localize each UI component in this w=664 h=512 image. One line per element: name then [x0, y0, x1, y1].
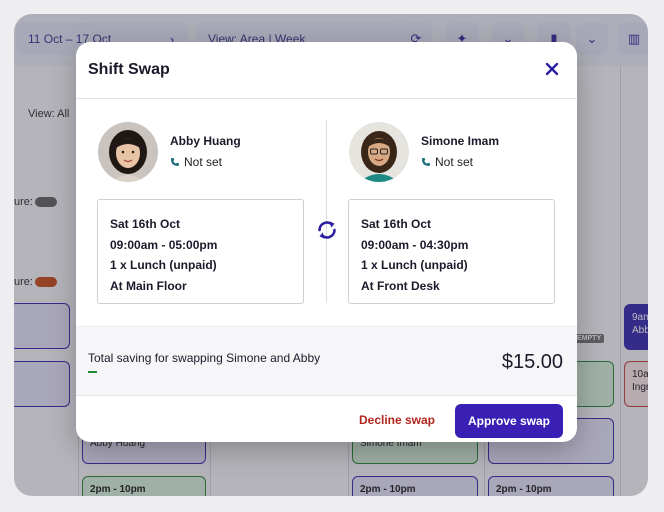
phone-icon — [171, 158, 179, 166]
right-shift-date: Sat 16th Oct — [361, 217, 432, 231]
saving-amount: $15.00 — [501, 351, 563, 373]
vertical-divider — [326, 120, 327, 303]
saving-text: Total saving for swapping Simone and Abb… — [88, 351, 321, 365]
left-phone: Not set — [170, 155, 222, 169]
left-person-name: Abby Huang — [170, 134, 241, 148]
swap-icon — [315, 218, 339, 242]
right-shift-card: Sat 16th Oct 09:00am - 04:30pm 1 x Lunch… — [348, 199, 555, 304]
close-button[interactable] — [541, 58, 563, 80]
saving-summary: Total saving for swapping Simone and Abb… — [76, 326, 577, 396]
modal-header: Shift Swap — [76, 42, 577, 99]
avatar-abby — [98, 122, 158, 182]
left-shift-date: Sat 16th Oct — [110, 217, 181, 231]
phone-icon — [422, 158, 430, 166]
left-shift-location: At Main Floor — [110, 278, 187, 293]
approve-swap-button[interactable]: Approve swap — [455, 404, 563, 438]
modal-title: Shift Swap — [88, 61, 170, 78]
avatar-simone — [349, 122, 409, 182]
right-phone: Not set — [421, 155, 473, 169]
right-shift-location: At Front Desk — [361, 278, 440, 293]
saving-indicator — [88, 371, 97, 373]
close-icon — [545, 62, 559, 76]
right-person-name: Simone Imam — [421, 134, 500, 148]
right-shift-break: 1 x Lunch (unpaid) — [361, 258, 468, 272]
left-shift-card: Sat 16th Oct 09:00am - 05:00pm 1 x Lunch… — [97, 199, 304, 304]
right-shift-time: 09:00am - 04:30pm — [361, 237, 469, 252]
left-shift-break: 1 x Lunch (unpaid) — [110, 258, 217, 272]
decline-swap-button[interactable]: Decline swap — [352, 404, 442, 436]
shift-swap-modal: Shift Swap Abby Huang Not set Simone Ima… — [76, 42, 577, 442]
left-shift-time: 09:00am - 05:00pm — [110, 237, 218, 252]
